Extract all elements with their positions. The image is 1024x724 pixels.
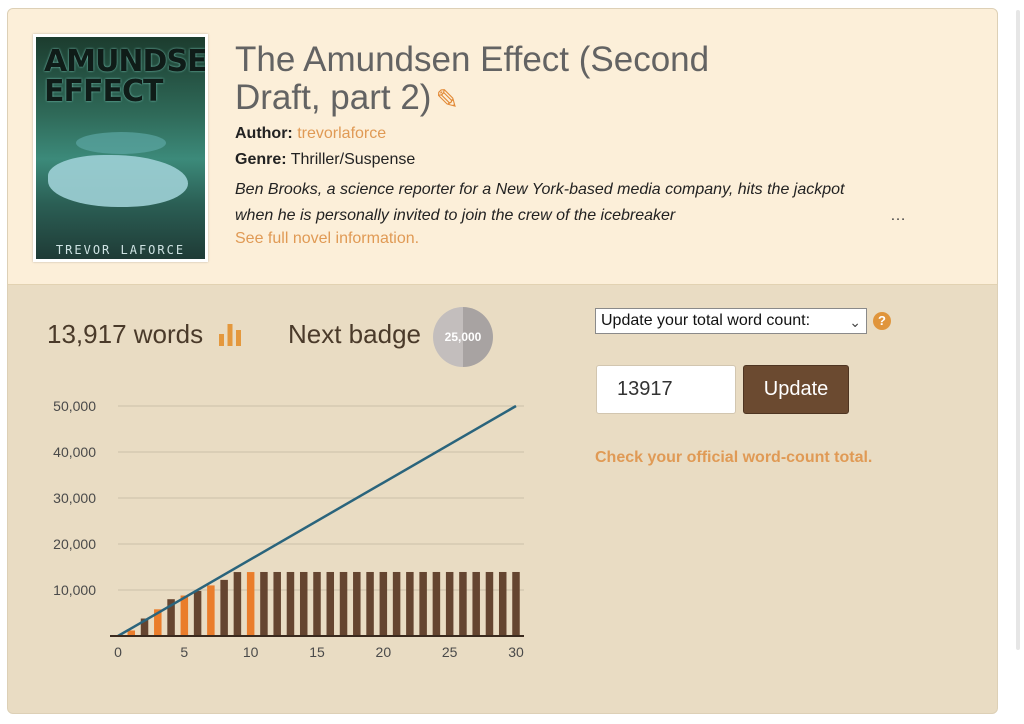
chart-bar bbox=[299, 571, 308, 636]
cover-art-ice bbox=[76, 132, 166, 154]
author-label: Author: bbox=[235, 125, 293, 142]
chart-bar bbox=[326, 571, 335, 636]
x-tick-label: 30 bbox=[508, 644, 524, 660]
chart-bar bbox=[485, 571, 494, 636]
scrollbar-thumb[interactable] bbox=[1016, 10, 1020, 650]
next-badge-label: Next badge bbox=[288, 319, 421, 349]
x-tick-label: 0 bbox=[114, 644, 122, 660]
chart-bar bbox=[180, 595, 189, 636]
novel-title-text: The Amundsen Effect (Second Draft, part … bbox=[235, 40, 710, 117]
chart-bar bbox=[286, 571, 295, 636]
word-count-input[interactable]: 13917 bbox=[596, 365, 736, 414]
novel-header: AMUNDSEN EFFECT TREVOR LAFORCE The Amund… bbox=[8, 9, 997, 285]
chevron-down-icon: ⌄ bbox=[849, 314, 861, 330]
chart-bar bbox=[273, 571, 281, 636]
chart-bar bbox=[498, 571, 507, 636]
chart-bar bbox=[392, 571, 401, 636]
chart-bar bbox=[193, 590, 202, 636]
word-count-mode-select[interactable]: Update your total word count: ⌄ bbox=[595, 308, 867, 334]
author-link[interactable]: trevorlaforce bbox=[297, 125, 386, 142]
chart-bar bbox=[233, 572, 242, 636]
chart-bar bbox=[419, 571, 427, 636]
select-value: Update your total word count: bbox=[601, 312, 811, 329]
x-tick-label: 25 bbox=[442, 644, 458, 660]
y-tick-label: 10,000 bbox=[53, 582, 96, 598]
question-icon[interactable]: ? bbox=[873, 312, 891, 330]
bar-chart-icon[interactable] bbox=[218, 322, 242, 346]
x-tick-label: 15 bbox=[309, 644, 325, 660]
synopsis: Ben Brooks, a science reporter for a New… bbox=[235, 181, 845, 224]
word-count: 13,917 words bbox=[47, 319, 204, 349]
chart-bar bbox=[353, 571, 361, 636]
cover-author: TREVOR LAFORCE bbox=[55, 243, 186, 257]
update-button[interactable]: Update bbox=[743, 365, 849, 414]
next-badge[interactable]: 25,000 bbox=[433, 307, 493, 367]
y-tick-label: 30,000 bbox=[53, 490, 96, 506]
official-count-link[interactable]: Check your official word-count total. bbox=[595, 449, 872, 467]
y-tick-label: 50,000 bbox=[53, 398, 96, 414]
chart-bar bbox=[220, 579, 228, 636]
novel-title: The Amundsen Effect (Second Draft, part … bbox=[235, 41, 795, 119]
genre-line: Genre: Thriller/Suspense bbox=[235, 151, 415, 169]
x-tick-label: 5 bbox=[180, 644, 188, 660]
chart-bar bbox=[313, 571, 321, 636]
genre-value: Thriller/Suspense bbox=[290, 151, 416, 168]
novel-card: AMUNDSEN EFFECT TREVOR LAFORCE The Amund… bbox=[7, 8, 998, 714]
full-info-link[interactable]: See full novel information. bbox=[235, 230, 419, 248]
genre-label: Genre: bbox=[235, 151, 287, 168]
cover-art-iceberg bbox=[48, 155, 188, 207]
chart-bar bbox=[246, 572, 255, 636]
chart-bar bbox=[472, 571, 480, 636]
chart-bar bbox=[512, 571, 520, 636]
chart-bar bbox=[339, 571, 348, 636]
author-line: Author: trevorlaforce bbox=[235, 125, 386, 143]
chart-bar bbox=[260, 571, 268, 636]
x-tick-label: 10 bbox=[243, 644, 259, 660]
chart-bar bbox=[379, 571, 388, 636]
chart-bar bbox=[459, 571, 467, 636]
cover-title: AMUNDSEN EFFECT bbox=[44, 44, 207, 109]
y-tick-label: 40,000 bbox=[53, 444, 96, 460]
word-count-chart: 10,000 20,000 30,000 40,000 50,000 0 5 10 15 20 25… bbox=[53, 398, 524, 660]
x-tick-label: 20 bbox=[376, 644, 392, 660]
pencil-icon[interactable]: ✎ bbox=[435, 81, 458, 119]
chart-bar bbox=[207, 585, 215, 636]
chart-bar bbox=[406, 571, 414, 636]
y-tick-label: 20,000 bbox=[53, 536, 96, 552]
chart-bar bbox=[432, 571, 441, 636]
chart-bar bbox=[445, 571, 454, 636]
book-cover[interactable]: AMUNDSEN EFFECT TREVOR LAFORCE bbox=[33, 34, 208, 262]
chart-bar bbox=[366, 571, 374, 636]
synopsis-ellipsis[interactable]: … bbox=[890, 207, 906, 225]
